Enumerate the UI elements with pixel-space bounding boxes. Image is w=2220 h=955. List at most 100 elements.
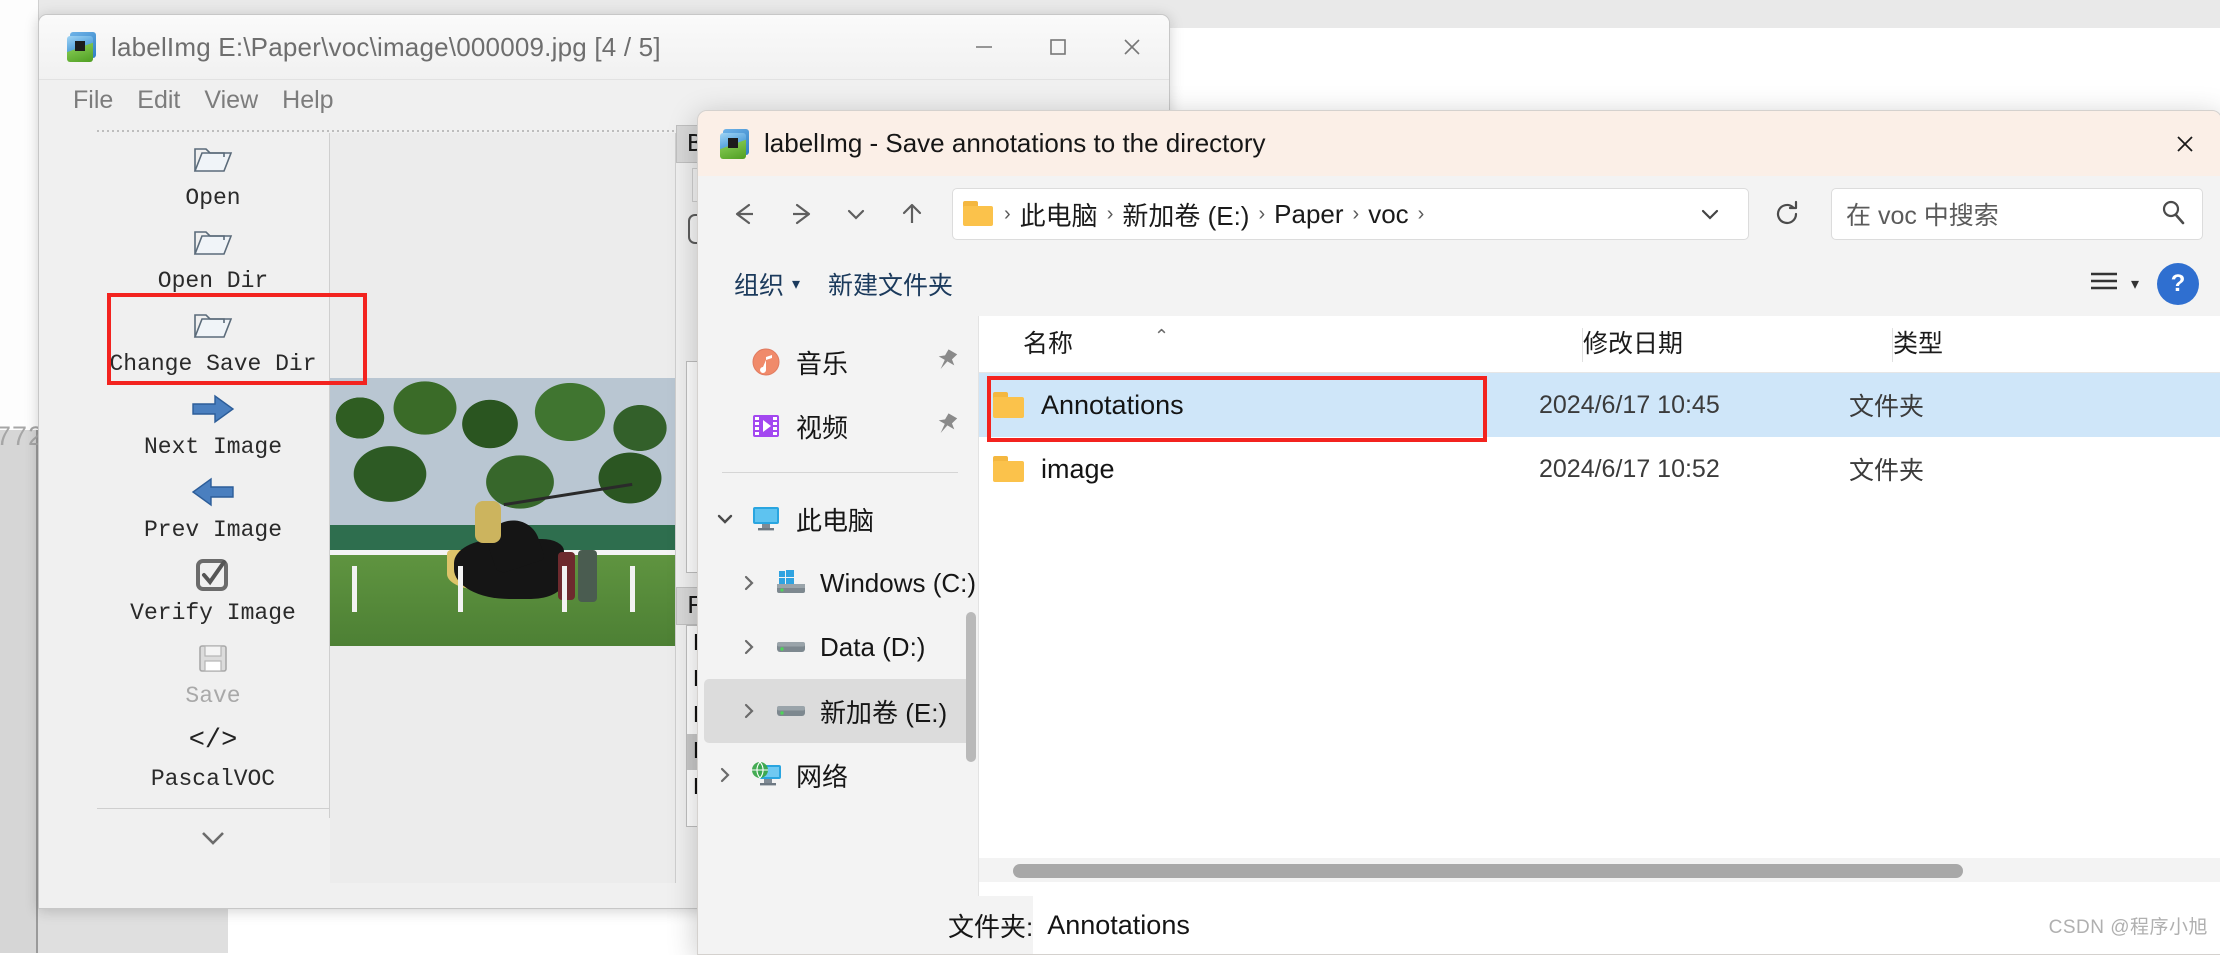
jousting-horse-photo xyxy=(330,378,675,646)
labelimg-app-icon xyxy=(720,128,750,159)
toolbar-open-dir-label: Open Dir xyxy=(157,268,269,294)
open-folder-icon xyxy=(191,141,235,179)
nav-item-new-volume-e[interactable]: 新加卷 (E:) xyxy=(704,679,972,743)
menu-edit[interactable]: Edit xyxy=(125,86,192,115)
recent-locations-chevron-down-icon[interactable] xyxy=(828,188,884,240)
forward-arrow-icon[interactable] xyxy=(772,188,828,240)
chevron-down-icon[interactable] xyxy=(712,509,738,529)
navigation-pane: 音乐 视频 此电脑 Windows (C:) Data (D:) 新加卷 (E:… xyxy=(698,316,978,896)
toolbar-next-image-label: Next Image xyxy=(143,434,283,460)
nav-item-videos-label: 视频 xyxy=(796,412,849,443)
refresh-icon[interactable] xyxy=(1759,188,1815,240)
column-header-type[interactable]: 类型 xyxy=(1893,324,2093,372)
pin-icon[interactable] xyxy=(934,347,960,378)
breadcrumb-separator: › xyxy=(1417,202,1425,225)
nav-item-data-d[interactable]: Data (D:) xyxy=(698,615,978,679)
close-icon[interactable] xyxy=(1095,15,1169,79)
up-arrow-icon[interactable] xyxy=(884,188,940,240)
back-arrow-icon[interactable] xyxy=(716,188,772,240)
toolbar-verify-image[interactable]: Verify Image xyxy=(97,548,329,631)
new-folder-label: 新建文件夹 xyxy=(828,272,954,300)
chevron-right-icon[interactable] xyxy=(736,701,762,721)
dialog-command-bar: 组织 ▾ 新建文件夹 ▾ ? xyxy=(698,252,2220,316)
search-icon[interactable] xyxy=(2158,197,2188,232)
video-icon xyxy=(750,411,784,441)
folder-field-label: 文件夹: xyxy=(948,911,1034,942)
chevron-down-icon: ▾ xyxy=(2130,276,2139,293)
file-type-cell: 文件夹 xyxy=(1849,393,1925,421)
nav-item-videos[interactable]: 视频 xyxy=(698,394,978,458)
search-input[interactable]: 在 voc 中搜索 xyxy=(1831,188,2203,240)
column-header-name[interactable]: ⌃ 名称 xyxy=(979,324,1583,372)
new-folder-button[interactable]: 新建文件夹 xyxy=(814,266,967,302)
search-placeholder: 在 voc 中搜索 xyxy=(1846,202,1999,230)
breadcrumb-item-paper[interactable]: Paper xyxy=(1268,199,1349,230)
nav-item-network[interactable]: 网络 xyxy=(698,743,978,807)
folder-icon xyxy=(963,201,997,227)
labelimg-window-title: labelImg E:\Paper\voc\image\000009.jpg [… xyxy=(111,31,661,62)
labelimg-canvas[interactable] xyxy=(330,133,676,883)
nav-item-new-volume-e-label: 新加卷 (E:) xyxy=(820,697,948,728)
chevron-right-icon[interactable] xyxy=(712,765,738,785)
checkbox-checked-icon xyxy=(194,556,232,594)
menu-help[interactable]: Help xyxy=(270,86,345,115)
file-date-cell: 2024/6/17 10:45 xyxy=(1539,390,1720,419)
breadcrumb-item-voc[interactable]: voc xyxy=(1362,199,1414,230)
view-options-button[interactable]: ▾ xyxy=(2081,269,2145,300)
toolbar-open-dir[interactable]: Open Dir xyxy=(97,216,329,299)
breadcrumb-item-this-pc[interactable]: 此电脑 xyxy=(1014,196,1104,233)
table-row[interactable]: image 2024/6/17 10:52 文件夹 xyxy=(979,437,2220,501)
save-disk-icon xyxy=(196,639,230,677)
breadcrumb[interactable]: › 此电脑 › 新加卷 (E:) › Paper › voc › xyxy=(952,188,1749,240)
toolbar-open[interactable]: Open xyxy=(97,133,329,216)
background-left-lower-strip xyxy=(0,430,38,953)
chevron-down-icon[interactable] xyxy=(97,808,329,868)
column-header-type-label: 类型 xyxy=(1893,330,1944,358)
pin-icon[interactable] xyxy=(934,411,960,442)
breadcrumb-chevron-down-icon[interactable] xyxy=(1682,188,1738,240)
menu-file[interactable]: File xyxy=(61,86,125,115)
nav-item-network-label: 网络 xyxy=(796,761,849,792)
dialog-footer: 文件夹: Annotations xyxy=(698,896,2220,954)
nav-item-music[interactable]: 音乐 xyxy=(698,330,978,394)
organize-button[interactable]: 组织 ▾ xyxy=(720,266,814,302)
nav-item-this-pc[interactable]: 此电脑 xyxy=(698,487,978,551)
watermark: CSDN @程序小旭 xyxy=(2048,917,2208,938)
open-folder-icon xyxy=(191,224,235,262)
folder-icon xyxy=(993,455,1027,483)
toolbar-pascalvoc[interactable]: </> PascalVOC xyxy=(97,714,329,797)
breadcrumb-item-drive-e[interactable]: 新加卷 (E:) xyxy=(1116,196,1255,233)
chevron-right-icon[interactable] xyxy=(736,637,762,657)
organize-label: 组织 xyxy=(734,272,785,300)
breadcrumb-separator: › xyxy=(1004,202,1011,225)
labelimg-titlebar: labelImg E:\Paper\voc\image\000009.jpg [… xyxy=(39,15,1169,80)
breadcrumb-separator: › xyxy=(1106,202,1114,225)
toolbar-next-image[interactable]: Next Image xyxy=(97,382,329,465)
annotations-highlight-box xyxy=(987,376,1487,442)
navigation-pane-scrollbar[interactable] xyxy=(966,612,976,762)
folder-name-input[interactable]: Annotations xyxy=(1033,896,2220,954)
breadcrumb-separator: › xyxy=(1258,202,1266,225)
chevron-right-icon[interactable] xyxy=(736,573,762,593)
arrow-left-icon xyxy=(189,473,237,511)
toolbar-save[interactable]: Save xyxy=(97,631,329,714)
help-icon[interactable]: ? xyxy=(2157,263,2199,305)
nav-item-windows-c-label: Windows (C:) xyxy=(820,567,977,598)
column-header-date[interactable]: 修改日期 xyxy=(1583,324,1893,372)
dialog-titlebar: labelImg - Save annotations to the direc… xyxy=(698,111,2220,176)
nav-item-windows-c[interactable]: Windows (C:) xyxy=(698,551,978,615)
help-label: ? xyxy=(2170,270,2186,297)
menu-view[interactable]: View xyxy=(192,86,270,115)
windows-drive-icon xyxy=(774,568,808,598)
horizontal-scrollbar[interactable] xyxy=(1013,864,1963,878)
labelimg-app-icon xyxy=(67,32,97,62)
maximize-icon[interactable] xyxy=(1021,15,1095,79)
drive-icon xyxy=(774,696,808,726)
background-left-panel xyxy=(0,0,39,430)
nav-separator xyxy=(722,472,958,473)
close-icon[interactable] xyxy=(2149,111,2220,176)
minimize-icon[interactable] xyxy=(947,15,1021,79)
file-list-header: ⌃ 名称 修改日期 类型 xyxy=(979,316,2220,373)
nav-item-this-pc-label: 此电脑 xyxy=(796,505,875,536)
toolbar-prev-image[interactable]: Prev Image xyxy=(97,465,329,548)
